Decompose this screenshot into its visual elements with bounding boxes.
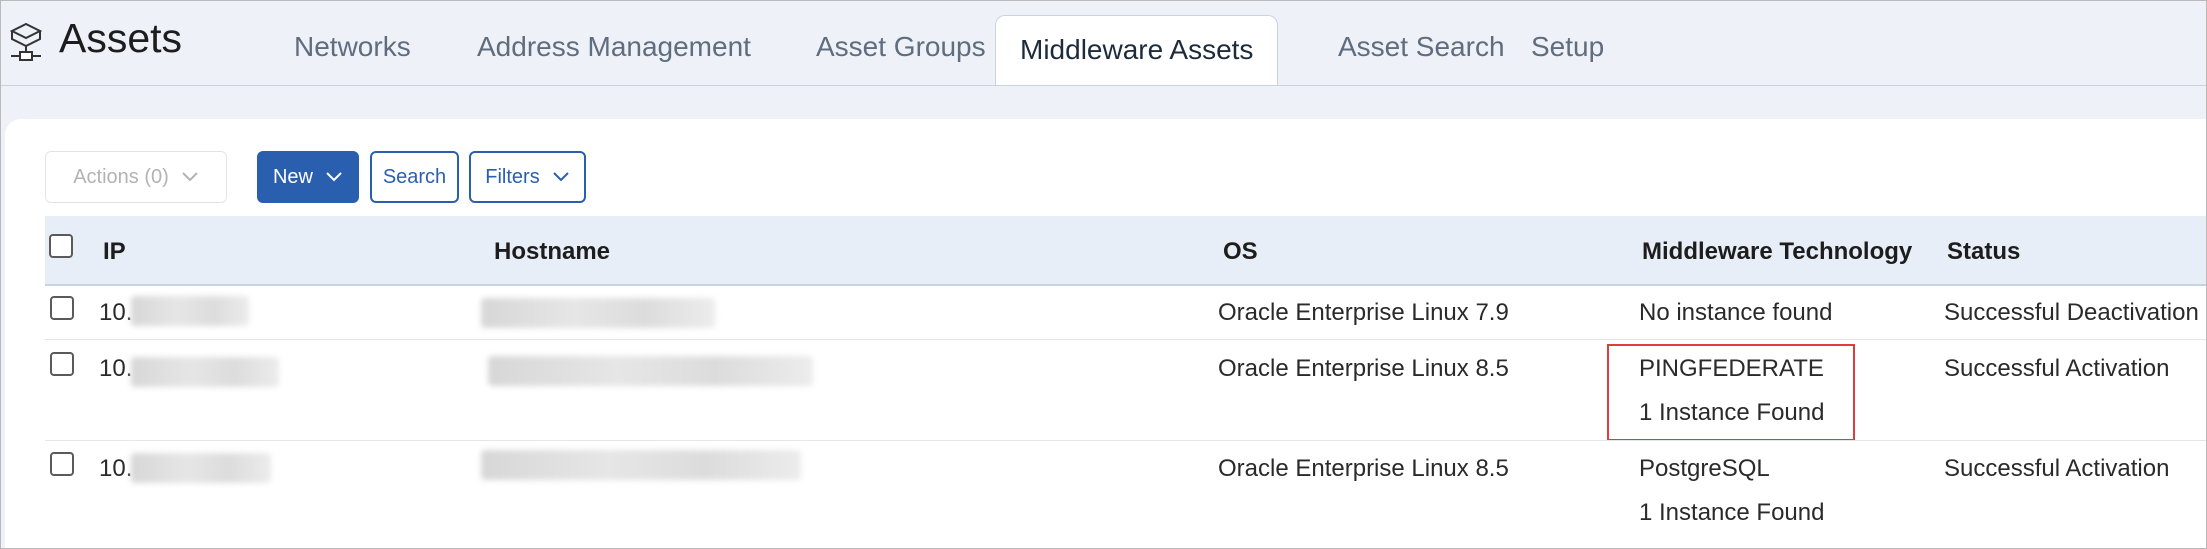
redacted-ip	[131, 296, 249, 326]
redacted-hostname	[481, 298, 715, 328]
column-header-ip[interactable]: IP	[103, 238, 126, 266]
actions-label: Actions (0)	[73, 165, 169, 188]
tab-middleware-assets[interactable]: Middleware Assets	[995, 15, 1279, 85]
redacted-ip	[131, 357, 279, 387]
row-status: Successful Activation	[1944, 455, 2170, 482]
search-button[interactable]: Search	[370, 151, 459, 203]
redacted-ip	[131, 453, 271, 483]
tab-asset-search[interactable]: Asset Search	[1338, 31, 1505, 63]
row-middleware-tech: No instance found	[1639, 299, 1833, 326]
row-status: Successful Deactivation	[1944, 299, 2199, 326]
redacted-hostname	[488, 356, 813, 386]
row-os: Oracle Enterprise Linux 8.5	[1218, 355, 1509, 382]
row-os: Oracle Enterprise Linux 7.9	[1218, 299, 1509, 326]
tab-address-management[interactable]: Address Management	[477, 31, 751, 63]
new-button[interactable]: New	[257, 151, 359, 203]
filters-button[interactable]: Filters	[469, 151, 586, 203]
row-instance-count: 1 Instance Found	[1639, 499, 1825, 526]
select-all-checkbox[interactable]	[49, 234, 73, 258]
filters-label: Filters	[485, 165, 540, 188]
page-title: Assets	[59, 15, 183, 61]
app-window: Assets Networks Address Management Asset…	[0, 0, 2207, 549]
row-os: Oracle Enterprise Linux 8.5	[1218, 455, 1509, 482]
row-status: Successful Activation	[1944, 355, 2170, 382]
tab-networks[interactable]: Networks	[294, 31, 411, 63]
row-ip-prefix: 10.	[99, 455, 133, 482]
highlight-box	[1607, 344, 1855, 441]
search-label: Search	[382, 165, 447, 188]
tab-asset-groups[interactable]: Asset Groups	[816, 31, 986, 63]
new-label: New	[272, 165, 313, 188]
network-assets-icon	[9, 22, 43, 61]
column-header-middleware-technology[interactable]: Middleware Technology	[1642, 238, 1912, 266]
row-ip-prefix: 10.	[99, 355, 133, 382]
chevron-down-icon	[326, 172, 342, 182]
row-ip-prefix: 10.	[99, 299, 133, 326]
column-header-hostname[interactable]: Hostname	[494, 238, 610, 266]
redacted-hostname	[481, 450, 801, 480]
column-header-status[interactable]: Status	[1947, 238, 2020, 266]
row-checkbox[interactable]	[50, 352, 74, 376]
top-header: Assets Networks Address Management Asset…	[1, 1, 2206, 86]
row-middleware-tech: PostgreSQL	[1639, 455, 1770, 482]
row-divider	[45, 440, 2206, 441]
tab-setup[interactable]: Setup	[1531, 31, 1604, 63]
chevron-down-icon	[553, 172, 569, 182]
column-header-os[interactable]: OS	[1223, 238, 1258, 266]
row-checkbox[interactable]	[50, 296, 74, 320]
row-divider	[45, 339, 2206, 340]
table-header: IP Hostname OS Middleware Technology Sta…	[45, 216, 2206, 286]
chevron-down-icon	[182, 172, 198, 182]
actions-dropdown-button[interactable]: Actions (0)	[45, 151, 227, 203]
row-checkbox[interactable]	[50, 452, 74, 476]
